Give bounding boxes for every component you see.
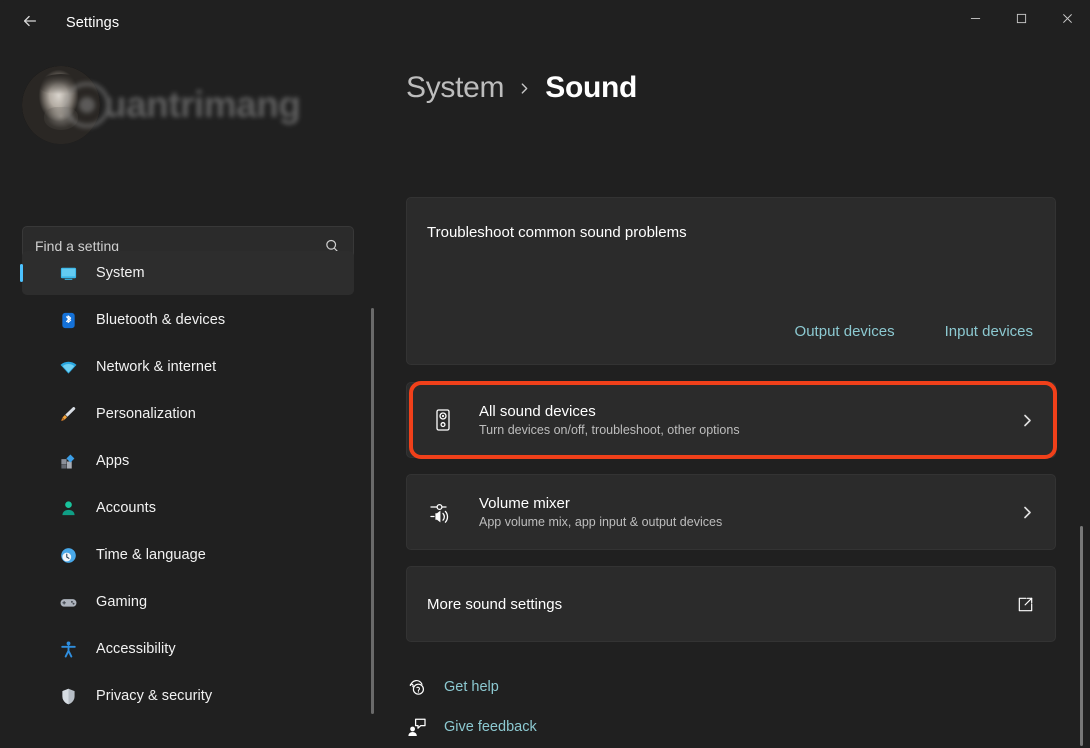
main-scrollbar[interactable] <box>1080 526 1083 746</box>
footer-link-label: Give feedback <box>444 719 537 735</box>
sidebar-item-bluetooth-devices[interactable]: Bluetooth & devices <box>22 298 354 342</box>
sidebar-item-label: Accounts <box>96 500 156 516</box>
row-title: More sound settings <box>427 596 562 613</box>
back-button[interactable] <box>12 5 48 41</box>
sidebar: uantrimang System Blueto <box>0 46 378 748</box>
get-help-link[interactable]: Get help <box>406 676 537 698</box>
window-controls <box>952 0 1090 40</box>
sidebar-item-label: Accessibility <box>96 641 176 657</box>
sidebar-item-label: Bluetooth & devices <box>96 312 225 328</box>
shield-icon <box>58 686 78 706</box>
row-title: Volume mixer <box>479 495 1020 512</box>
speaker-icon <box>427 404 459 436</box>
row-subtitle: App volume mix, app input & output devic… <box>479 515 1020 529</box>
wifi-icon <box>58 357 78 377</box>
volume-mixer-icon <box>427 496 459 528</box>
sidebar-item-gaming[interactable]: Gaming <box>22 580 354 624</box>
back-arrow-icon <box>21 12 39 35</box>
volume-mixer-row[interactable]: Volume mixer App volume mix, app input &… <box>406 474 1056 550</box>
sidebar-item-system[interactable]: System <box>22 251 354 295</box>
sidebar-item-label: Personalization <box>96 406 196 422</box>
all-sound-devices-row[interactable]: All sound devices Turn devices on/off, t… <box>406 382 1056 458</box>
chevron-right-icon <box>1020 505 1035 520</box>
chevron-right-icon <box>518 82 531 95</box>
sidebar-nav: System Bluetooth & devices Network & int… <box>0 248 378 748</box>
troubleshoot-links: Output devices Input devices <box>795 323 1033 340</box>
title-bar: Settings <box>0 0 1090 46</box>
apps-icon <box>58 451 78 471</box>
minimize-icon <box>970 11 981 29</box>
row-title: All sound devices <box>479 403 1020 420</box>
troubleshoot-card: Troubleshoot common sound problems Outpu… <box>406 197 1056 365</box>
page-title: Sound <box>545 71 637 105</box>
sidebar-item-privacy-security[interactable]: Privacy & security <box>22 674 354 718</box>
watermark-text: uantrimang <box>104 84 300 126</box>
monitor-icon <box>58 263 78 283</box>
sidebar-item-time-language[interactable]: Time & language <box>22 533 354 577</box>
maximize-button[interactable] <box>998 0 1044 40</box>
sidebar-item-label: Apps <box>96 453 129 469</box>
output-devices-link[interactable]: Output devices <box>795 323 895 340</box>
sidebar-item-accounts[interactable]: Accounts <box>22 486 354 530</box>
person-icon <box>58 498 78 518</box>
close-icon <box>1062 11 1073 29</box>
user-profile[interactable]: uantrimang <box>22 58 352 152</box>
minimize-button[interactable] <box>952 0 998 40</box>
sidebar-item-label: Gaming <box>96 594 147 610</box>
sidebar-scrollbar[interactable] <box>371 308 374 714</box>
sidebar-item-network-internet[interactable]: Network & internet <box>22 345 354 389</box>
sidebar-item-apps[interactable]: Apps <box>22 439 354 483</box>
close-button[interactable] <box>1044 0 1090 40</box>
footer-links: Get help Give feedback <box>406 676 537 738</box>
row-text: Volume mixer App volume mix, app input &… <box>479 495 1020 529</box>
sidebar-item-label: System <box>96 265 145 281</box>
give-feedback-link[interactable]: Give feedback <box>406 716 537 738</box>
settings-window: Settings <box>0 0 1090 748</box>
sidebar-item-label: Network & internet <box>96 359 216 375</box>
feedback-icon <box>406 716 428 738</box>
breadcrumb-parent[interactable]: System <box>406 71 504 105</box>
sidebar-item-personalization[interactable]: Personalization <box>22 392 354 436</box>
sidebar-item-label: Privacy & security <box>96 688 212 704</box>
gamepad-icon <box>58 592 78 612</box>
site-watermark: uantrimang <box>64 72 334 138</box>
accessibility-icon <box>58 639 78 659</box>
app-title: Settings <box>66 15 119 31</box>
row-text: All sound devices Turn devices on/off, t… <box>479 403 1020 437</box>
maximize-icon <box>1016 11 1027 29</box>
watermark-logo-icon <box>64 82 110 128</box>
paintbrush-icon <box>58 404 78 424</box>
breadcrumb: System Sound <box>406 71 637 105</box>
footer-link-label: Get help <box>444 679 499 695</box>
sidebar-item-label: Time & language <box>96 547 206 563</box>
clock-globe-icon <box>58 545 78 565</box>
sidebar-item-accessibility[interactable]: Accessibility <box>22 627 354 671</box>
external-link-icon <box>1016 595 1035 614</box>
help-icon <box>406 676 428 698</box>
troubleshoot-label: Troubleshoot common sound problems <box>427 224 687 241</box>
chevron-right-icon <box>1020 413 1035 428</box>
bluetooth-icon <box>58 310 78 330</box>
more-sound-settings-row[interactable]: More sound settings <box>406 566 1056 642</box>
row-subtitle: Turn devices on/off, troubleshoot, other… <box>479 423 1020 437</box>
input-devices-link[interactable]: Input devices <box>945 323 1033 340</box>
main-content: System Sound Advanced Troubleshoot commo… <box>378 46 1090 748</box>
